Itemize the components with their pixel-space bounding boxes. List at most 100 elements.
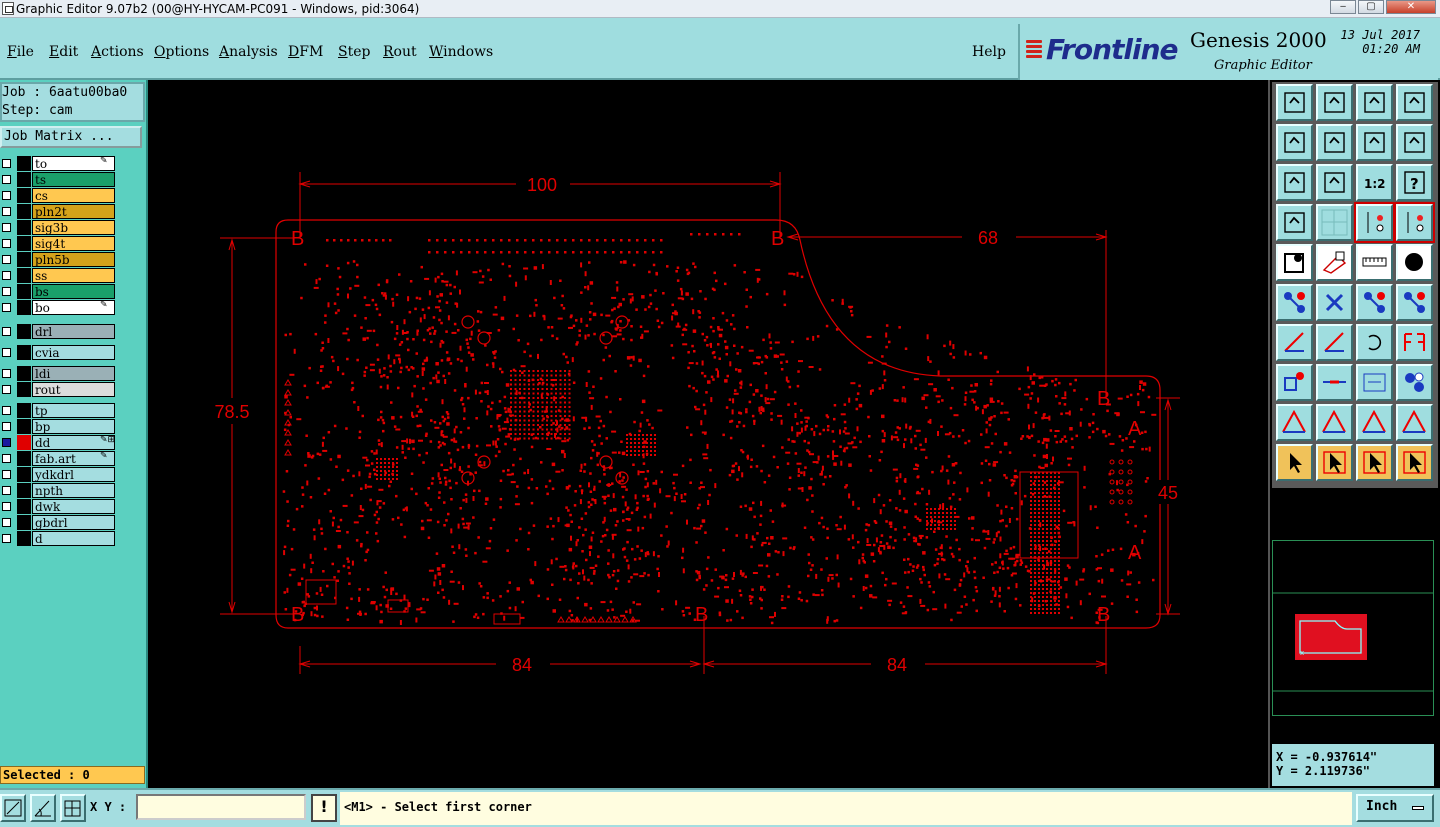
layer-color-swatch[interactable] [17,252,31,267]
layer-row-ydkdrl[interactable]: ydkdrl [0,467,117,482]
layer-name[interactable]: dwk [32,499,115,514]
overview-window[interactable]: x [1272,540,1434,716]
layer-checkbox[interactable] [2,223,11,232]
minimize-button[interactable]: ‒ [1330,0,1356,14]
layer-row-tp[interactable]: tp [0,403,117,418]
home-view-button[interactable] [1356,84,1393,121]
layer-row-pln5b[interactable]: pln5b [0,252,117,267]
graphic-canvas[interactable]: 10068848478.545BBBBBBAA [148,80,1268,788]
layer-name[interactable]: bp [32,419,115,434]
menu-help[interactable]: Help [972,44,1006,60]
layer-name[interactable]: sig4t [32,236,115,251]
line-arrow-button[interactable] [1316,324,1353,361]
zoom-area-button[interactable] [1396,84,1433,121]
layer-color-swatch[interactable] [17,300,31,315]
net-highlight-button[interactable] [1394,202,1435,243]
cross-select-button[interactable] [1316,284,1353,321]
layer-color-swatch[interactable] [17,499,31,514]
layer-name[interactable]: cs [32,188,115,203]
layer-row-gbdrl[interactable]: gbdrl [0,515,117,530]
unit-selector[interactable]: Inch [1356,794,1434,822]
layer-color-swatch[interactable] [17,435,31,450]
layer-checkbox[interactable] [2,191,11,200]
layer-checkbox[interactable] [2,255,11,264]
layer-checkbox[interactable] [2,385,11,394]
line-add-button[interactable] [1276,324,1313,361]
layer-row-bp[interactable]: bp [0,419,117,434]
zoom-home-button[interactable] [1276,84,1313,121]
settings-button[interactable] [1276,204,1313,241]
layer-color-swatch[interactable] [17,366,31,381]
menu-actions[interactable]: Actions [91,44,144,60]
pointer-button[interactable] [1276,444,1313,481]
layer-row-dwk[interactable]: dwk [0,499,117,514]
zoom-reset-button[interactable] [1356,124,1393,161]
layer-color-swatch[interactable] [17,451,31,466]
triangle-c-button[interactable] [1356,404,1393,441]
layer-checkbox[interactable] [2,175,11,184]
layer-name[interactable]: sig3b [32,220,115,235]
zoom-fit-button[interactable] [1316,84,1353,121]
net-layer-button[interactable] [1354,202,1395,243]
layer-row-bs[interactable]: bs [0,284,117,299]
layer-checkbox[interactable] [2,502,11,511]
layer-color-swatch[interactable] [17,220,31,235]
layer-checkbox[interactable] [2,348,11,357]
layer-checkbox[interactable] [2,271,11,280]
pad-group-button[interactable] [1396,364,1433,401]
layer-row-rout[interactable]: rout [0,382,117,397]
layer-name[interactable]: ydkdrl [32,467,115,482]
rotate-button[interactable] [1356,324,1393,361]
layer-name[interactable]: tp [32,403,115,418]
scale-1-2-button[interactable]: 1:2 [1356,164,1393,201]
maximize-button[interactable]: ▢ [1358,0,1384,14]
layer-checkbox[interactable] [2,159,11,168]
menu-dfm[interactable]: DFM [288,44,323,60]
layer-row-bo[interactable]: bo ✎ [0,300,117,315]
layer-color-swatch[interactable] [17,204,31,219]
layer-row-d[interactable]: d [0,531,117,546]
job-matrix-button[interactable]: Job Matrix ... [0,126,142,148]
layer-name[interactable]: cvia [32,345,115,360]
zoom-window-button[interactable] [0,794,26,822]
layer-row-pln2t[interactable]: pln2t [0,204,117,219]
layer-checkbox[interactable] [2,287,11,296]
pan-right-button[interactable] [1316,124,1353,161]
layer-color-swatch[interactable] [17,531,31,546]
layer-checkbox[interactable] [2,534,11,543]
layer-checkbox[interactable] [2,454,11,463]
layer-name[interactable]: ldi [32,366,115,381]
fit-screen-button[interactable] [1276,164,1313,201]
layer-row-cs[interactable]: cs [0,188,117,203]
layer-row-sig4t[interactable]: sig4t [0,236,117,251]
point-vector-button[interactable] [1356,284,1393,321]
display-mode-button[interactable] [1276,244,1313,281]
layer-name[interactable]: ss [32,268,115,283]
triangle-d-button[interactable] [1396,404,1433,441]
ruler-button[interactable] [1356,244,1393,281]
layer-name[interactable]: rout [32,382,115,397]
layer-name[interactable]: npth [32,483,115,498]
help-query-button[interactable]: ? [1396,164,1433,201]
layer-row-ts[interactable]: ts [0,172,117,187]
grid-button[interactable] [60,794,86,822]
layer-checkbox[interactable] [2,438,11,447]
menu-step[interactable]: Step [338,44,370,60]
layer-name[interactable]: pln2t [32,204,115,219]
layer-name[interactable]: drl [32,324,115,339]
layer-row-cvia[interactable]: cvia [0,345,117,360]
layer-color-swatch[interactable] [17,284,31,299]
layer-color-swatch[interactable] [17,515,31,530]
layer-row-fab-art[interactable]: fab.art ✎ [0,451,117,466]
triangle-a-button[interactable] [1276,404,1313,441]
grid-view-button[interactable] [1316,204,1353,241]
layer-checkbox[interactable] [2,518,11,527]
layer-color-swatch[interactable] [17,172,31,187]
menu-windows[interactable]: Windows [429,44,493,60]
layer-checkbox[interactable] [2,406,11,415]
layer-color-swatch[interactable] [17,483,31,498]
layer-row-to[interactable]: to ✎ [0,156,117,171]
menu-edit[interactable]: Edit [49,44,78,60]
pointer-box-button[interactable] [1316,444,1353,481]
measure-gap-button[interactable] [1356,364,1393,401]
